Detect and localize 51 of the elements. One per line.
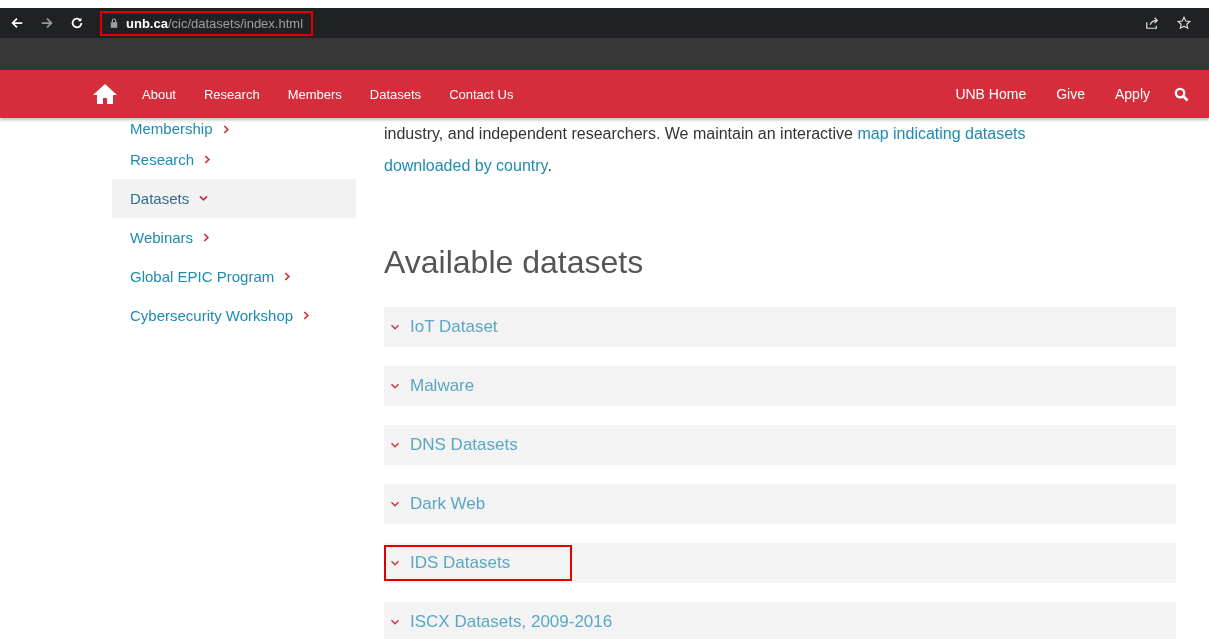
home-icon[interactable] xyxy=(92,83,118,105)
accordion-title: IoT Dataset xyxy=(410,317,498,337)
nav-link[interactable]: About xyxy=(142,86,176,102)
nav-link[interactable]: Contact Us xyxy=(449,86,514,102)
chevron-down-icon xyxy=(390,441,400,449)
nav-link[interactable]: Research xyxy=(204,86,260,102)
accordion-item[interactable]: IoT Dataset xyxy=(384,307,1176,347)
accordion-title: DNS Datasets xyxy=(410,435,518,455)
lock-icon xyxy=(110,18,118,28)
chevron-right-icon xyxy=(222,124,230,134)
accordion-item[interactable]: ISCX Datasets, 2009-2016 xyxy=(384,602,1176,639)
forward-icon[interactable] xyxy=(40,16,54,30)
search-icon[interactable] xyxy=(1174,86,1189,102)
map-link[interactable]: map indicating datasets xyxy=(857,125,1026,142)
chevron-down-icon xyxy=(390,323,400,331)
accordion-title: IDS Datasets xyxy=(410,553,511,573)
map-link[interactable]: downloaded by country xyxy=(384,157,548,174)
nav-link[interactable]: Members xyxy=(287,86,342,102)
sidebar-item[interactable]: Global EPIC Program xyxy=(112,257,356,296)
star-icon[interactable] xyxy=(1177,16,1191,30)
sidebar-item[interactable]: Datasets xyxy=(112,179,356,218)
nav-link[interactable]: Give xyxy=(1056,86,1085,102)
sidebar-item[interactable]: Webinars xyxy=(112,218,356,257)
chevron-right-icon xyxy=(303,311,311,320)
chevron-down-icon xyxy=(390,382,400,390)
nav-link[interactable]: Apply xyxy=(1114,86,1150,102)
accordion-item[interactable]: Dark Web xyxy=(384,484,1176,524)
accordion-item[interactable]: IDS Datasets xyxy=(384,543,1176,583)
accordion-item[interactable]: Malware xyxy=(384,366,1176,406)
reload-icon[interactable] xyxy=(70,16,84,30)
accordion-item[interactable]: DNS Datasets xyxy=(384,425,1176,465)
accordion-title: Malware xyxy=(410,376,475,396)
chevron-right-icon xyxy=(284,272,292,281)
sidebar-item[interactable]: Cybersecurity Workshop xyxy=(112,296,356,335)
nav-link[interactable]: Datasets xyxy=(369,86,422,102)
chevron-down-icon xyxy=(199,195,209,202)
intro-paragraph: industry, and independent researchers. We maintain an interactive map indicating datasets downloaded by country. xyxy=(384,124,1027,176)
sidebar-item[interactable]: Membership xyxy=(112,118,356,140)
chevron-down-icon xyxy=(390,500,400,508)
share-icon[interactable] xyxy=(1145,16,1159,30)
chevron-right-icon xyxy=(204,155,212,164)
chevron-down-icon xyxy=(390,559,400,567)
nav-link[interactable]: UNB Home xyxy=(955,86,1027,102)
accordion-title: ISCX Datasets, 2009-2016 xyxy=(410,612,613,632)
url-field[interactable]: unb.ca/cic/datasets/index.html xyxy=(100,10,314,36)
chevron-right-icon xyxy=(203,233,211,242)
accordion-title: Dark Web xyxy=(410,494,486,514)
back-icon[interactable] xyxy=(10,16,24,30)
sidebar-item[interactable]: Research xyxy=(112,140,356,179)
section-heading: Available datasets xyxy=(384,244,645,281)
chevron-down-icon xyxy=(390,618,400,626)
